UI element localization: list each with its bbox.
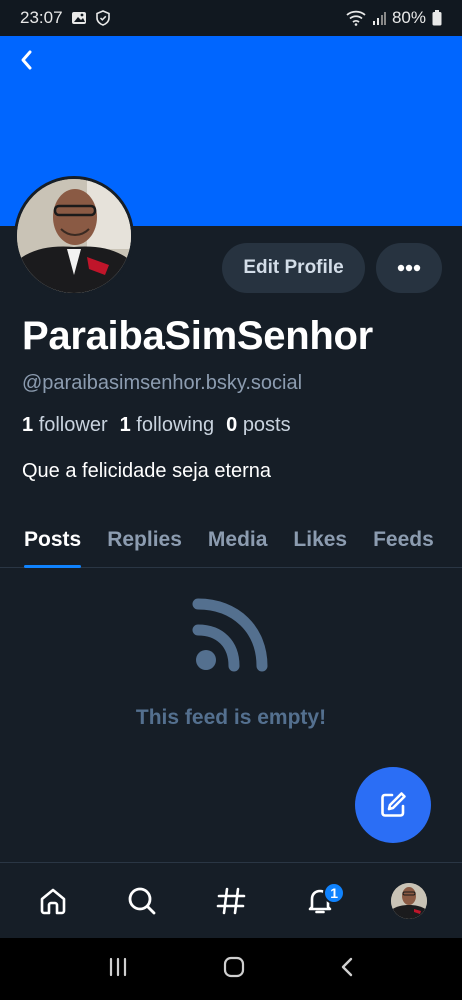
battery-percent: 80% <box>391 8 426 27</box>
notifications-badge: 1 <box>323 881 346 904</box>
recent-apps-icon <box>109 957 126 976</box>
system-navigation-bar <box>0 938 462 1000</box>
more-options-button[interactable] <box>376 243 442 293</box>
nav-notifications[interactable]: 1 <box>290 871 350 931</box>
status-bar: 23:07 80% <box>0 0 462 36</box>
battery-icon <box>432 10 442 26</box>
home-icon <box>40 888 65 914</box>
tab-posts[interactable]: Posts <box>24 512 82 568</box>
tab-likes[interactable]: Likes <box>293 512 347 567</box>
hashtag-icon <box>216 887 246 914</box>
home-system-button[interactable] <box>222 955 246 984</box>
bottom-navigation: 1 <box>0 862 462 938</box>
back-button[interactable] <box>12 46 40 74</box>
search-icon <box>128 887 156 914</box>
tab-replies[interactable]: Replies <box>107 512 182 567</box>
profile-stats: 1 follower 1 following 0 posts <box>22 414 291 437</box>
following-count: 1 <box>119 414 131 436</box>
profile-avatar[interactable] <box>14 176 134 296</box>
tab-media[interactable]: Media <box>208 512 268 567</box>
image-icon <box>71 10 87 26</box>
posts-count: 0 <box>226 414 238 436</box>
profile-handle: @paraibasimsenhor.bsky.social <box>22 372 303 394</box>
edit-profile-button[interactable]: Edit Profile <box>222 243 365 293</box>
followers-label: follower <box>38 414 108 436</box>
compose-post-button[interactable] <box>355 767 431 843</box>
nav-profile[interactable] <box>379 871 439 931</box>
more-horizontal-icon <box>397 264 421 272</box>
nav-home[interactable] <box>23 871 83 931</box>
rss-feed-icon <box>190 596 272 672</box>
following-label: following <box>136 414 215 436</box>
profile-tabs: Posts Replies Media Likes Feeds <box>0 512 462 568</box>
profile-screen: 23:07 80% Edit Profile ParaibaSimSenhor … <box>0 0 462 1000</box>
wifi-icon <box>346 10 366 26</box>
profile-avatar-small <box>391 882 428 919</box>
shield-icon <box>95 10 111 26</box>
tab-feeds[interactable]: Feeds <box>373 512 434 567</box>
nav-search[interactable] <box>112 871 172 931</box>
back-chevron-icon <box>342 957 353 976</box>
chevron-left-icon <box>21 50 32 70</box>
posts-label: posts <box>242 414 291 436</box>
recent-apps-button[interactable] <box>107 957 129 982</box>
signal-icon <box>372 11 386 25</box>
followers-stat[interactable]: 1 follower <box>22 414 108 437</box>
following-stat[interactable]: 1 following <box>120 414 215 437</box>
compose-icon <box>381 792 406 817</box>
profile-bio: Que a felicidade seja eterna <box>22 460 272 482</box>
posts-stat: 0 posts <box>226 414 291 437</box>
empty-feed-message: This feed is empty! <box>135 706 327 729</box>
home-circle-icon <box>223 956 245 977</box>
nav-feeds[interactable] <box>201 871 261 931</box>
back-system-button[interactable] <box>339 956 355 983</box>
status-time: 23:07 <box>20 8 63 27</box>
followers-count: 1 <box>22 414 34 436</box>
display-name: ParaibaSimSenhor <box>22 314 373 358</box>
